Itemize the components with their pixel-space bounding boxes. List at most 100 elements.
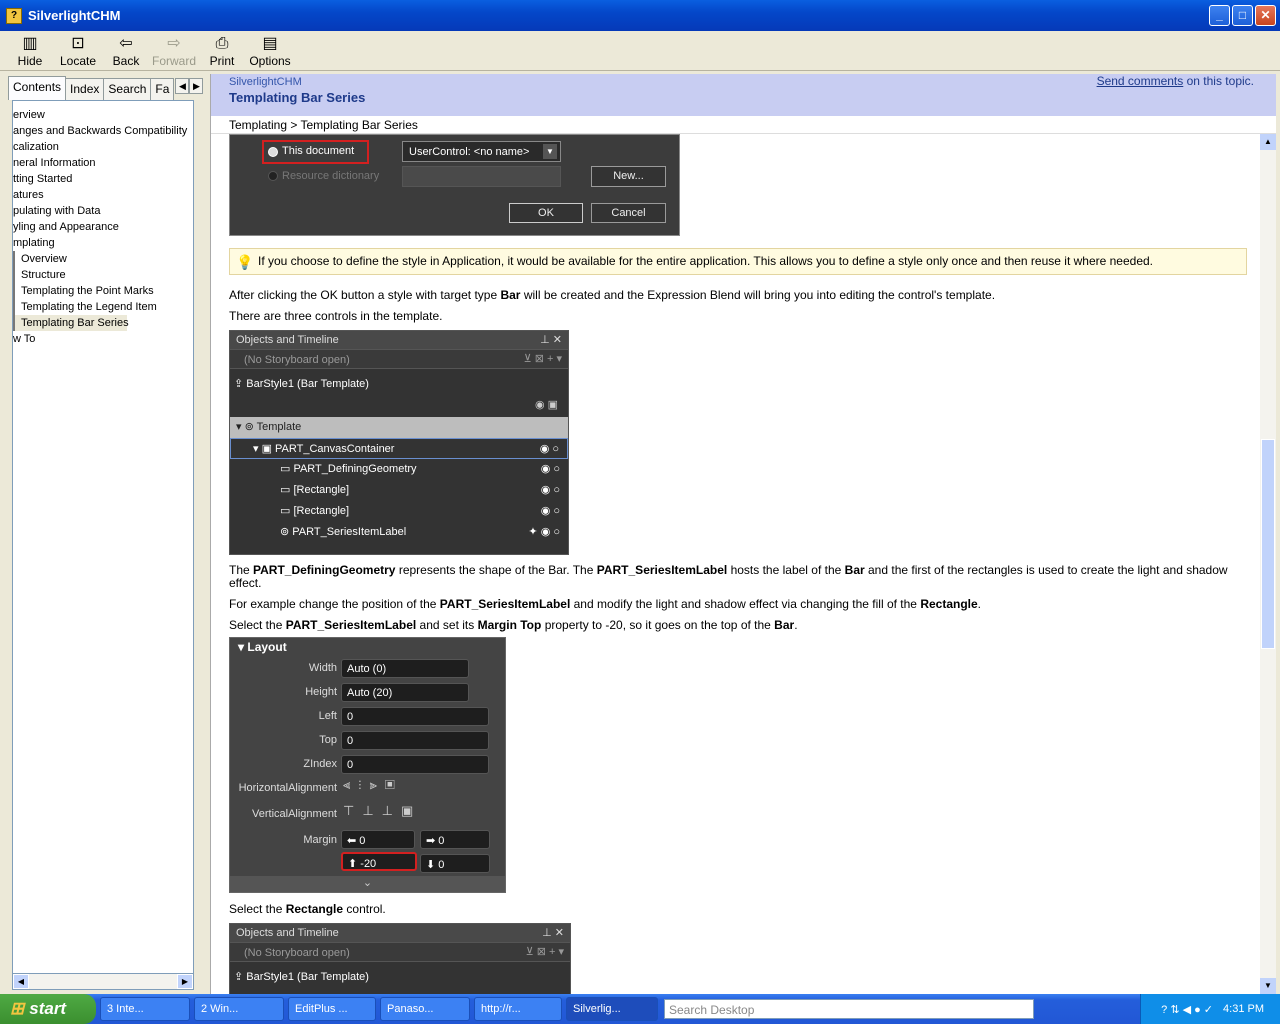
scroll-left-icon[interactable]: ◀ bbox=[13, 974, 29, 989]
maximize-button[interactable]: □ bbox=[1232, 5, 1253, 26]
scroll-thumb[interactable] bbox=[1261, 439, 1275, 649]
ok-button: OK bbox=[509, 203, 583, 223]
arrow-down-icon: ⬇ bbox=[426, 859, 439, 871]
margin-top-field: ⬆ -20 bbox=[341, 852, 417, 871]
create-style-dialog-image: This document Resource dictionary UserCo… bbox=[229, 134, 680, 236]
storyboard-controls-icon: ⊻ ⊠ + ▾ bbox=[523, 353, 562, 365]
tab-search[interactable]: Search bbox=[103, 78, 152, 100]
tab-contents[interactable]: Contents bbox=[8, 76, 67, 100]
expand-chevron-icon: ⌄ bbox=[230, 876, 505, 892]
tree-item-selected[interactable]: Templating Bar Series bbox=[13, 315, 129, 331]
top-field: 0 bbox=[341, 731, 489, 750]
tree-item[interactable]: w To bbox=[13, 331, 193, 347]
pin-close-icon: ⊥ ✕ bbox=[542, 927, 564, 939]
tab-index[interactable]: Index bbox=[65, 78, 105, 100]
scroll-up-icon[interactable]: ▲ bbox=[1260, 134, 1276, 150]
paragraph: Select the PART_SeriesItemLabel and set … bbox=[229, 618, 798, 632]
tree-item[interactable]: pulating with Data bbox=[13, 203, 193, 219]
close-button[interactable]: ✕ bbox=[1255, 5, 1276, 26]
paragraph: There are three controls in the template… bbox=[229, 309, 443, 323]
hide-icon: ▥ bbox=[22, 35, 38, 52]
tab-scroll-right-icon[interactable]: ▶ bbox=[189, 78, 204, 94]
scroll-down-icon[interactable]: ▼ bbox=[1260, 978, 1276, 994]
tab-favorites[interactable]: Fa bbox=[150, 78, 175, 100]
document-select: UserControl: <no name> ▼ bbox=[402, 141, 561, 162]
tree-item[interactable]: anges and Backwards Compatibility bbox=[13, 123, 193, 139]
locate-icon: ⊡ bbox=[71, 35, 85, 52]
taskbar-item-ie[interactable]: 3 Inte... bbox=[100, 997, 190, 1021]
clock: 4:31 PM bbox=[1223, 1003, 1264, 1015]
search-desktop-input[interactable]: Search Desktop bbox=[664, 999, 1034, 1019]
tree-item[interactable]: calization bbox=[13, 139, 193, 155]
send-comments-link[interactable]: Send comments bbox=[1097, 74, 1184, 88]
objects-timeline-image: Objects and Timeline ⊥ ✕ (No Storyboard o… bbox=[229, 330, 569, 555]
eye-icon: ◉ ○ bbox=[540, 505, 560, 517]
tree-item[interactable]: Templating the Point Marks bbox=[13, 283, 193, 299]
template-row: ▾ ⊚ Template bbox=[230, 417, 568, 438]
arrow-up-icon: ⬆ bbox=[348, 858, 361, 870]
options-button[interactable]: ▤ Options bbox=[246, 31, 294, 70]
upload-icon: ⇪ bbox=[234, 971, 244, 983]
back-arrow-icon: ⇦ bbox=[119, 35, 133, 52]
eye-icon: ◉ ○ bbox=[540, 463, 560, 475]
tree-item[interactable]: atures bbox=[13, 187, 193, 203]
tab-scroll-left-icon[interactable]: ◀ bbox=[175, 78, 190, 94]
tree-row: ▾ ▣ PART_CanvasContainer ◉ ○ bbox=[230, 438, 568, 459]
tree-item[interactable]: erview bbox=[13, 107, 193, 123]
taskbar-item-editplus[interactable]: EditPlus ... bbox=[288, 997, 376, 1021]
radio-resource-dictionary bbox=[268, 171, 278, 181]
content-vertical-scrollbar[interactable]: ▲ ▼ bbox=[1260, 134, 1276, 994]
eye-icon: ◉ ○ bbox=[540, 484, 560, 496]
margin-right-field: ➡ 0 bbox=[420, 830, 490, 849]
content-pane: SilverlightCHM Templating Bar Series Sen… bbox=[210, 74, 1276, 994]
tree-item[interactable]: tting Started bbox=[13, 171, 193, 187]
radio-this-document bbox=[268, 147, 278, 157]
navigation-pane: Contents Index Search Fa ◀ ▶ erview anges… bbox=[4, 74, 204, 992]
paragraph: After clicking the OK button a style wit… bbox=[229, 288, 996, 302]
print-icon: ⎙ bbox=[215, 35, 229, 52]
taskbar-item-panaso[interactable]: Panaso... bbox=[380, 997, 470, 1021]
layout-panel-image: ▾ Layout Width Auto (0) Height Auto (20)… bbox=[229, 637, 506, 893]
tree-item[interactable]: Structure bbox=[13, 267, 193, 283]
cancel-button: Cancel bbox=[591, 203, 666, 223]
minimize-button[interactable]: _ bbox=[1209, 5, 1230, 26]
tree-row: ▭ PART_DefiningGeometry ◉ ○ bbox=[230, 459, 568, 480]
forward-button[interactable]: ⇨ Forward bbox=[150, 31, 198, 70]
locate-button[interactable]: ⊡ Locate bbox=[54, 31, 102, 70]
contents-tree: erview anges and Backwards Compatibility… bbox=[12, 100, 194, 975]
storyboard-controls-icon: ⊻ ⊠ + ▾ bbox=[525, 946, 564, 958]
page-title: Templating Bar Series bbox=[229, 90, 366, 105]
tree-item[interactable]: Overview bbox=[13, 251, 193, 267]
horizontal-alignment-icons: ⫷⫶⫸▣ bbox=[343, 777, 403, 792]
send-comments: Send comments on this topic. bbox=[1096, 74, 1254, 88]
windows-logo-icon: ⊞ bbox=[10, 999, 25, 1018]
back-button[interactable]: ⇦ Back bbox=[102, 31, 150, 70]
arrow-left-icon: ⬅ bbox=[347, 835, 360, 847]
scroll-right-icon[interactable]: ▶ bbox=[177, 974, 193, 989]
tree-item[interactable]: yling and Appearance bbox=[13, 219, 193, 235]
topic-body: This document Resource dictionary UserCo… bbox=[211, 134, 1261, 994]
tree-row: ⊚ PART_SeriesItemLabel ✦ ◉ ○ bbox=[230, 522, 568, 543]
chevron-down-icon: ▼ bbox=[543, 144, 557, 159]
arrow-right-icon: ➡ bbox=[426, 835, 439, 847]
breadcrumb: Templating > Templating Bar Series bbox=[211, 116, 1276, 134]
tree-item[interactable]: neral Information bbox=[13, 155, 193, 171]
taskbar-item-silverlight[interactable]: Silverlig... bbox=[566, 997, 658, 1021]
options-icon: ▤ bbox=[262, 35, 278, 52]
zindex-field: 0 bbox=[341, 755, 489, 774]
margin-left-field: ⬅ 0 bbox=[341, 830, 415, 849]
start-button[interactable]: ⊞ start bbox=[0, 994, 96, 1024]
tree-item[interactable]: mplating bbox=[13, 235, 193, 251]
taskbar-item-explorer[interactable]: 2 Win... bbox=[194, 997, 284, 1021]
eye-icon: ✦ ◉ ○ bbox=[528, 526, 560, 538]
tree-item[interactable]: Templating the Legend Item bbox=[13, 299, 193, 315]
print-button[interactable]: ⎙ Print bbox=[198, 31, 246, 70]
title-bar: ? SilverlightCHM _ □ ✕ bbox=[0, 0, 1280, 31]
system-tray: ? ⇅ ◀ ● ✓ 4:31 PM bbox=[1140, 994, 1280, 1024]
upload-icon: ⇪ bbox=[234, 378, 244, 390]
app-icon: ? bbox=[6, 7, 22, 24]
tree-horizontal-scrollbar[interactable]: ◀ ▶ bbox=[12, 973, 194, 990]
hide-button[interactable]: ▥ Hide bbox=[6, 31, 54, 70]
paragraph: For example change the position of the P… bbox=[229, 597, 982, 611]
taskbar-item-http[interactable]: http://r... bbox=[474, 997, 562, 1021]
